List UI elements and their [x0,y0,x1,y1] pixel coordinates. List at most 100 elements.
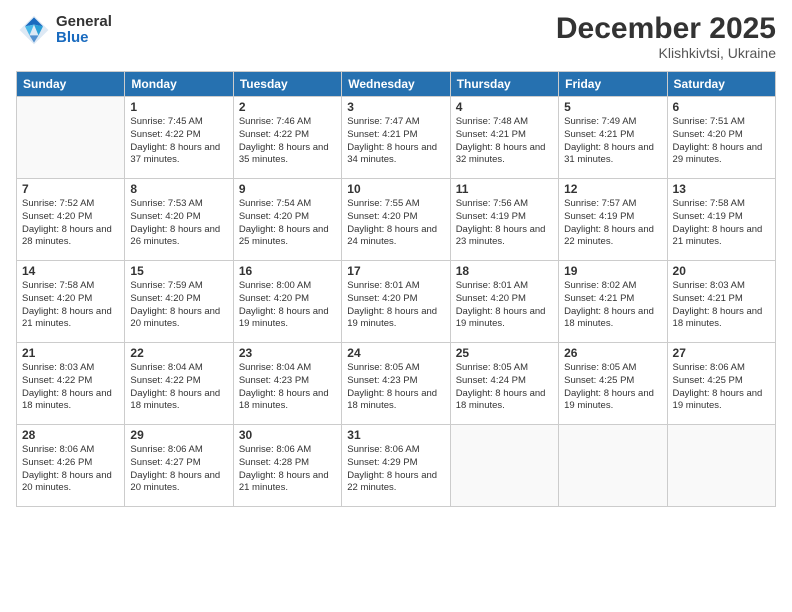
day-info: Sunrise: 7:55 AMSunset: 4:20 PMDaylight:… [347,198,444,249]
day-number: 29 [130,428,227,442]
day-number: 18 [456,264,553,278]
day-info: Sunrise: 7:47 AMSunset: 4:21 PMDaylight:… [347,116,444,167]
calendar-header-row: SundayMondayTuesdayWednesdayThursdayFrid… [17,72,776,97]
day-info: Sunrise: 8:02 AMSunset: 4:21 PMDaylight:… [564,280,661,331]
day-info: Sunrise: 8:06 AMSunset: 4:25 PMDaylight:… [673,362,770,413]
calendar-cell: 18Sunrise: 8:01 AMSunset: 4:20 PMDayligh… [450,261,558,343]
calendar-cell: 14 Sunrise: 7:58 AMSunset: 4:20 PMDayligh… [17,261,125,343]
calendar-week-row: 14 Sunrise: 7:58 AMSunset: 4:20 PMDayligh… [17,261,776,343]
day-number: 1 [130,100,227,114]
title-section: December 2025 Klishkivtsi, Ukraine [556,12,776,61]
day-info: Sunrise: 8:06 AMSunset: 4:28 PMDaylight:… [239,444,336,495]
day-info: Sunrise: 7:45 AMSunset: 4:22 PMDaylight:… [130,116,227,167]
day-info: Sunrise: 7:57 AMSunset: 4:19 PMDaylight:… [564,198,661,249]
day-info: Sunrise: 7:53 AMSunset: 4:20 PMDaylight:… [130,198,227,249]
day-info: Sunrise: 7:52 AMSunset: 4:20 PMDaylight:… [22,198,119,249]
calendar-cell: 8 Sunrise: 7:53 AMSunset: 4:20 PMDaylight… [125,179,233,261]
calendar-week-row: 7 Sunrise: 7:52 AMSunset: 4:20 PMDaylight… [17,179,776,261]
day-number: 15 [130,264,227,278]
day-number: 26 [564,346,661,360]
calendar-cell [667,425,775,507]
day-number: 9 [239,182,336,196]
calendar-cell: 7 Sunrise: 7:52 AMSunset: 4:20 PMDaylight… [17,179,125,261]
day-info: Sunrise: 7:49 AMSunset: 4:21 PMDaylight:… [564,116,661,167]
day-header: Sunday [17,72,125,97]
calendar-cell: 9 Sunrise: 7:54 AMSunset: 4:20 PMDaylight… [233,179,341,261]
calendar-week-row: 21Sunrise: 8:03 AMSunset: 4:22 PMDayligh… [17,343,776,425]
calendar-cell: 21Sunrise: 8:03 AMSunset: 4:22 PMDayligh… [17,343,125,425]
logo-blue: Blue [56,30,112,47]
calendar-cell: 22Sunrise: 8:04 AMSunset: 4:22 PMDayligh… [125,343,233,425]
day-number: 17 [347,264,444,278]
day-header: Tuesday [233,72,341,97]
day-info: Sunrise: 7:58 AMSunset: 4:20 PMDaylight:… [22,280,119,331]
day-number: 27 [673,346,770,360]
calendar-cell: 25 Sunrise: 8:05 AMSunset: 4:24 PMDayligh… [450,343,558,425]
day-number: 10 [347,182,444,196]
day-number: 2 [239,100,336,114]
calendar-cell: 27 Sunrise: 8:06 AMSunset: 4:25 PMDayligh… [667,343,775,425]
calendar-cell: 15 Sunrise: 7:59 AMSunset: 4:20 PMDayligh… [125,261,233,343]
day-number: 11 [456,182,553,196]
calendar-cell: 23Sunrise: 8:04 AMSunset: 4:23 PMDayligh… [233,343,341,425]
day-header: Wednesday [342,72,450,97]
calendar-cell: 11Sunrise: 7:56 AMSunset: 4:19 PMDayligh… [450,179,558,261]
calendar: SundayMondayTuesdayWednesdayThursdayFrid… [16,71,776,507]
calendar-cell: 12Sunrise: 7:57 AMSunset: 4:19 PMDayligh… [559,179,667,261]
calendar-cell: 5Sunrise: 7:49 AMSunset: 4:21 PMDaylight… [559,97,667,179]
day-info: Sunrise: 8:06 AMSunset: 4:26 PMDaylight:… [22,444,119,495]
day-info: Sunrise: 7:46 AMSunset: 4:22 PMDaylight:… [239,116,336,167]
calendar-cell: 30 Sunrise: 8:06 AMSunset: 4:28 PMDayligh… [233,425,341,507]
day-header: Friday [559,72,667,97]
calendar-cell: 10 Sunrise: 7:55 AMSunset: 4:20 PMDayligh… [342,179,450,261]
day-info: Sunrise: 7:54 AMSunset: 4:20 PMDaylight:… [239,198,336,249]
calendar-cell: 17 Sunrise: 8:01 AMSunset: 4:20 PMDayligh… [342,261,450,343]
day-number: 7 [22,182,119,196]
day-number: 19 [564,264,661,278]
logo-general: General [56,14,112,31]
day-number: 13 [673,182,770,196]
calendar-cell [450,425,558,507]
day-number: 6 [673,100,770,114]
day-info: Sunrise: 7:59 AMSunset: 4:20 PMDaylight:… [130,280,227,331]
day-number: 31 [347,428,444,442]
logo: General Blue [16,12,112,48]
calendar-cell: 2 Sunrise: 7:46 AMSunset: 4:22 PMDaylight… [233,97,341,179]
day-info: Sunrise: 8:04 AMSunset: 4:22 PMDaylight:… [130,362,227,413]
day-number: 8 [130,182,227,196]
calendar-cell: 19 Sunrise: 8:02 AMSunset: 4:21 PMDayligh… [559,261,667,343]
day-header: Saturday [667,72,775,97]
day-number: 23 [239,346,336,360]
day-number: 16 [239,264,336,278]
calendar-week-row: 28 Sunrise: 8:06 AMSunset: 4:26 PMDayligh… [17,425,776,507]
day-number: 21 [22,346,119,360]
day-header: Thursday [450,72,558,97]
header: General Blue December 2025 Klishkivtsi, … [16,12,776,61]
calendar-cell [559,425,667,507]
day-info: Sunrise: 8:05 AMSunset: 4:24 PMDaylight:… [456,362,553,413]
day-number: 25 [456,346,553,360]
calendar-cell: 16 Sunrise: 8:00 AMSunset: 4:20 PMDayligh… [233,261,341,343]
calendar-cell: 6 Sunrise: 7:51 AMSunset: 4:20 PMDaylight… [667,97,775,179]
day-number: 3 [347,100,444,114]
day-number: 4 [456,100,553,114]
calendar-cell: 29 Sunrise: 8:06 AMSunset: 4:27 PMDayligh… [125,425,233,507]
calendar-cell [17,97,125,179]
month-title: December 2025 [556,12,776,45]
day-number: 30 [239,428,336,442]
day-number: 14 [22,264,119,278]
day-info: Sunrise: 7:51 AMSunset: 4:20 PMDaylight:… [673,116,770,167]
logo-icon [16,12,52,48]
day-info: Sunrise: 8:06 AMSunset: 4:27 PMDaylight:… [130,444,227,495]
day-info: Sunrise: 8:00 AMSunset: 4:20 PMDaylight:… [239,280,336,331]
day-info: Sunrise: 7:58 AMSunset: 4:19 PMDaylight:… [673,198,770,249]
day-info: Sunrise: 8:01 AMSunset: 4:20 PMDaylight:… [347,280,444,331]
calendar-cell: 3 Sunrise: 7:47 AMSunset: 4:21 PMDaylight… [342,97,450,179]
day-number: 28 [22,428,119,442]
day-number: 20 [673,264,770,278]
page: General Blue December 2025 Klishkivtsi, … [0,0,792,612]
calendar-cell: 13 Sunrise: 7:58 AMSunset: 4:19 PMDayligh… [667,179,775,261]
day-info: Sunrise: 8:05 AMSunset: 4:25 PMDaylight:… [564,362,661,413]
calendar-cell: 31Sunrise: 8:06 AMSunset: 4:29 PMDayligh… [342,425,450,507]
day-info: Sunrise: 7:48 AMSunset: 4:21 PMDaylight:… [456,116,553,167]
